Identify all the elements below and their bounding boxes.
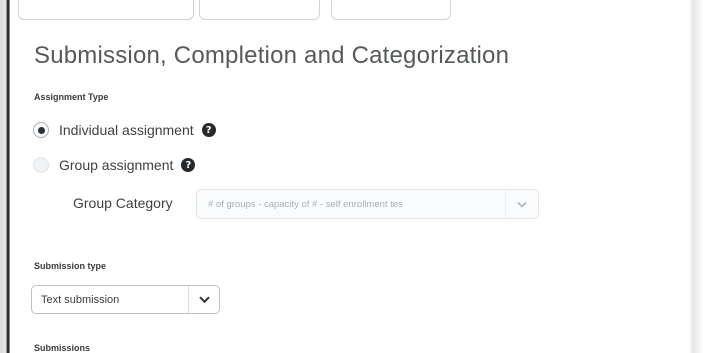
submissions-label: Submissions bbox=[34, 343, 91, 353]
question-circle-icon[interactable]: ? bbox=[181, 158, 196, 172]
assignment-type-label: Assignment Type bbox=[34, 92, 109, 102]
group-assignment-radio[interactable] bbox=[33, 157, 49, 173]
submission-type-select[interactable]: Text submission bbox=[31, 285, 220, 314]
top-button-3[interactable] bbox=[331, 0, 451, 20]
page: Submission, Completion and Categorizatio… bbox=[0, 0, 703, 353]
submission-type-label: Submission type bbox=[34, 261, 107, 271]
individual-assignment-radio[interactable] bbox=[33, 122, 49, 138]
question-circle-icon[interactable]: ? bbox=[201, 123, 216, 137]
submission-type-value: Text submission bbox=[41, 293, 120, 306]
group-category-value: # of groups - capacity of # - self enrol… bbox=[208, 198, 403, 210]
group-category-select: # of groups - capacity of # - self enrol… bbox=[196, 189, 539, 219]
group-assignment-option[interactable]: Group assignment ? bbox=[33, 155, 196, 175]
group-category-label: Group Category bbox=[73, 195, 173, 211]
top-button-1[interactable] bbox=[18, 0, 194, 20]
group-assignment-label: Group assignment bbox=[59, 157, 174, 173]
top-button-2[interactable] bbox=[199, 0, 320, 20]
chevron-down-icon[interactable] bbox=[188, 286, 219, 313]
chevron-down-icon bbox=[505, 190, 538, 218]
section-title: Submission, Completion and Categorizatio… bbox=[34, 42, 510, 69]
window-edge bbox=[0, 0, 10, 353]
window-shadow bbox=[689, 0, 703, 353]
individual-assignment-option[interactable]: Individual assignment ? bbox=[33, 120, 216, 140]
individual-assignment-label: Individual assignment bbox=[59, 122, 194, 138]
